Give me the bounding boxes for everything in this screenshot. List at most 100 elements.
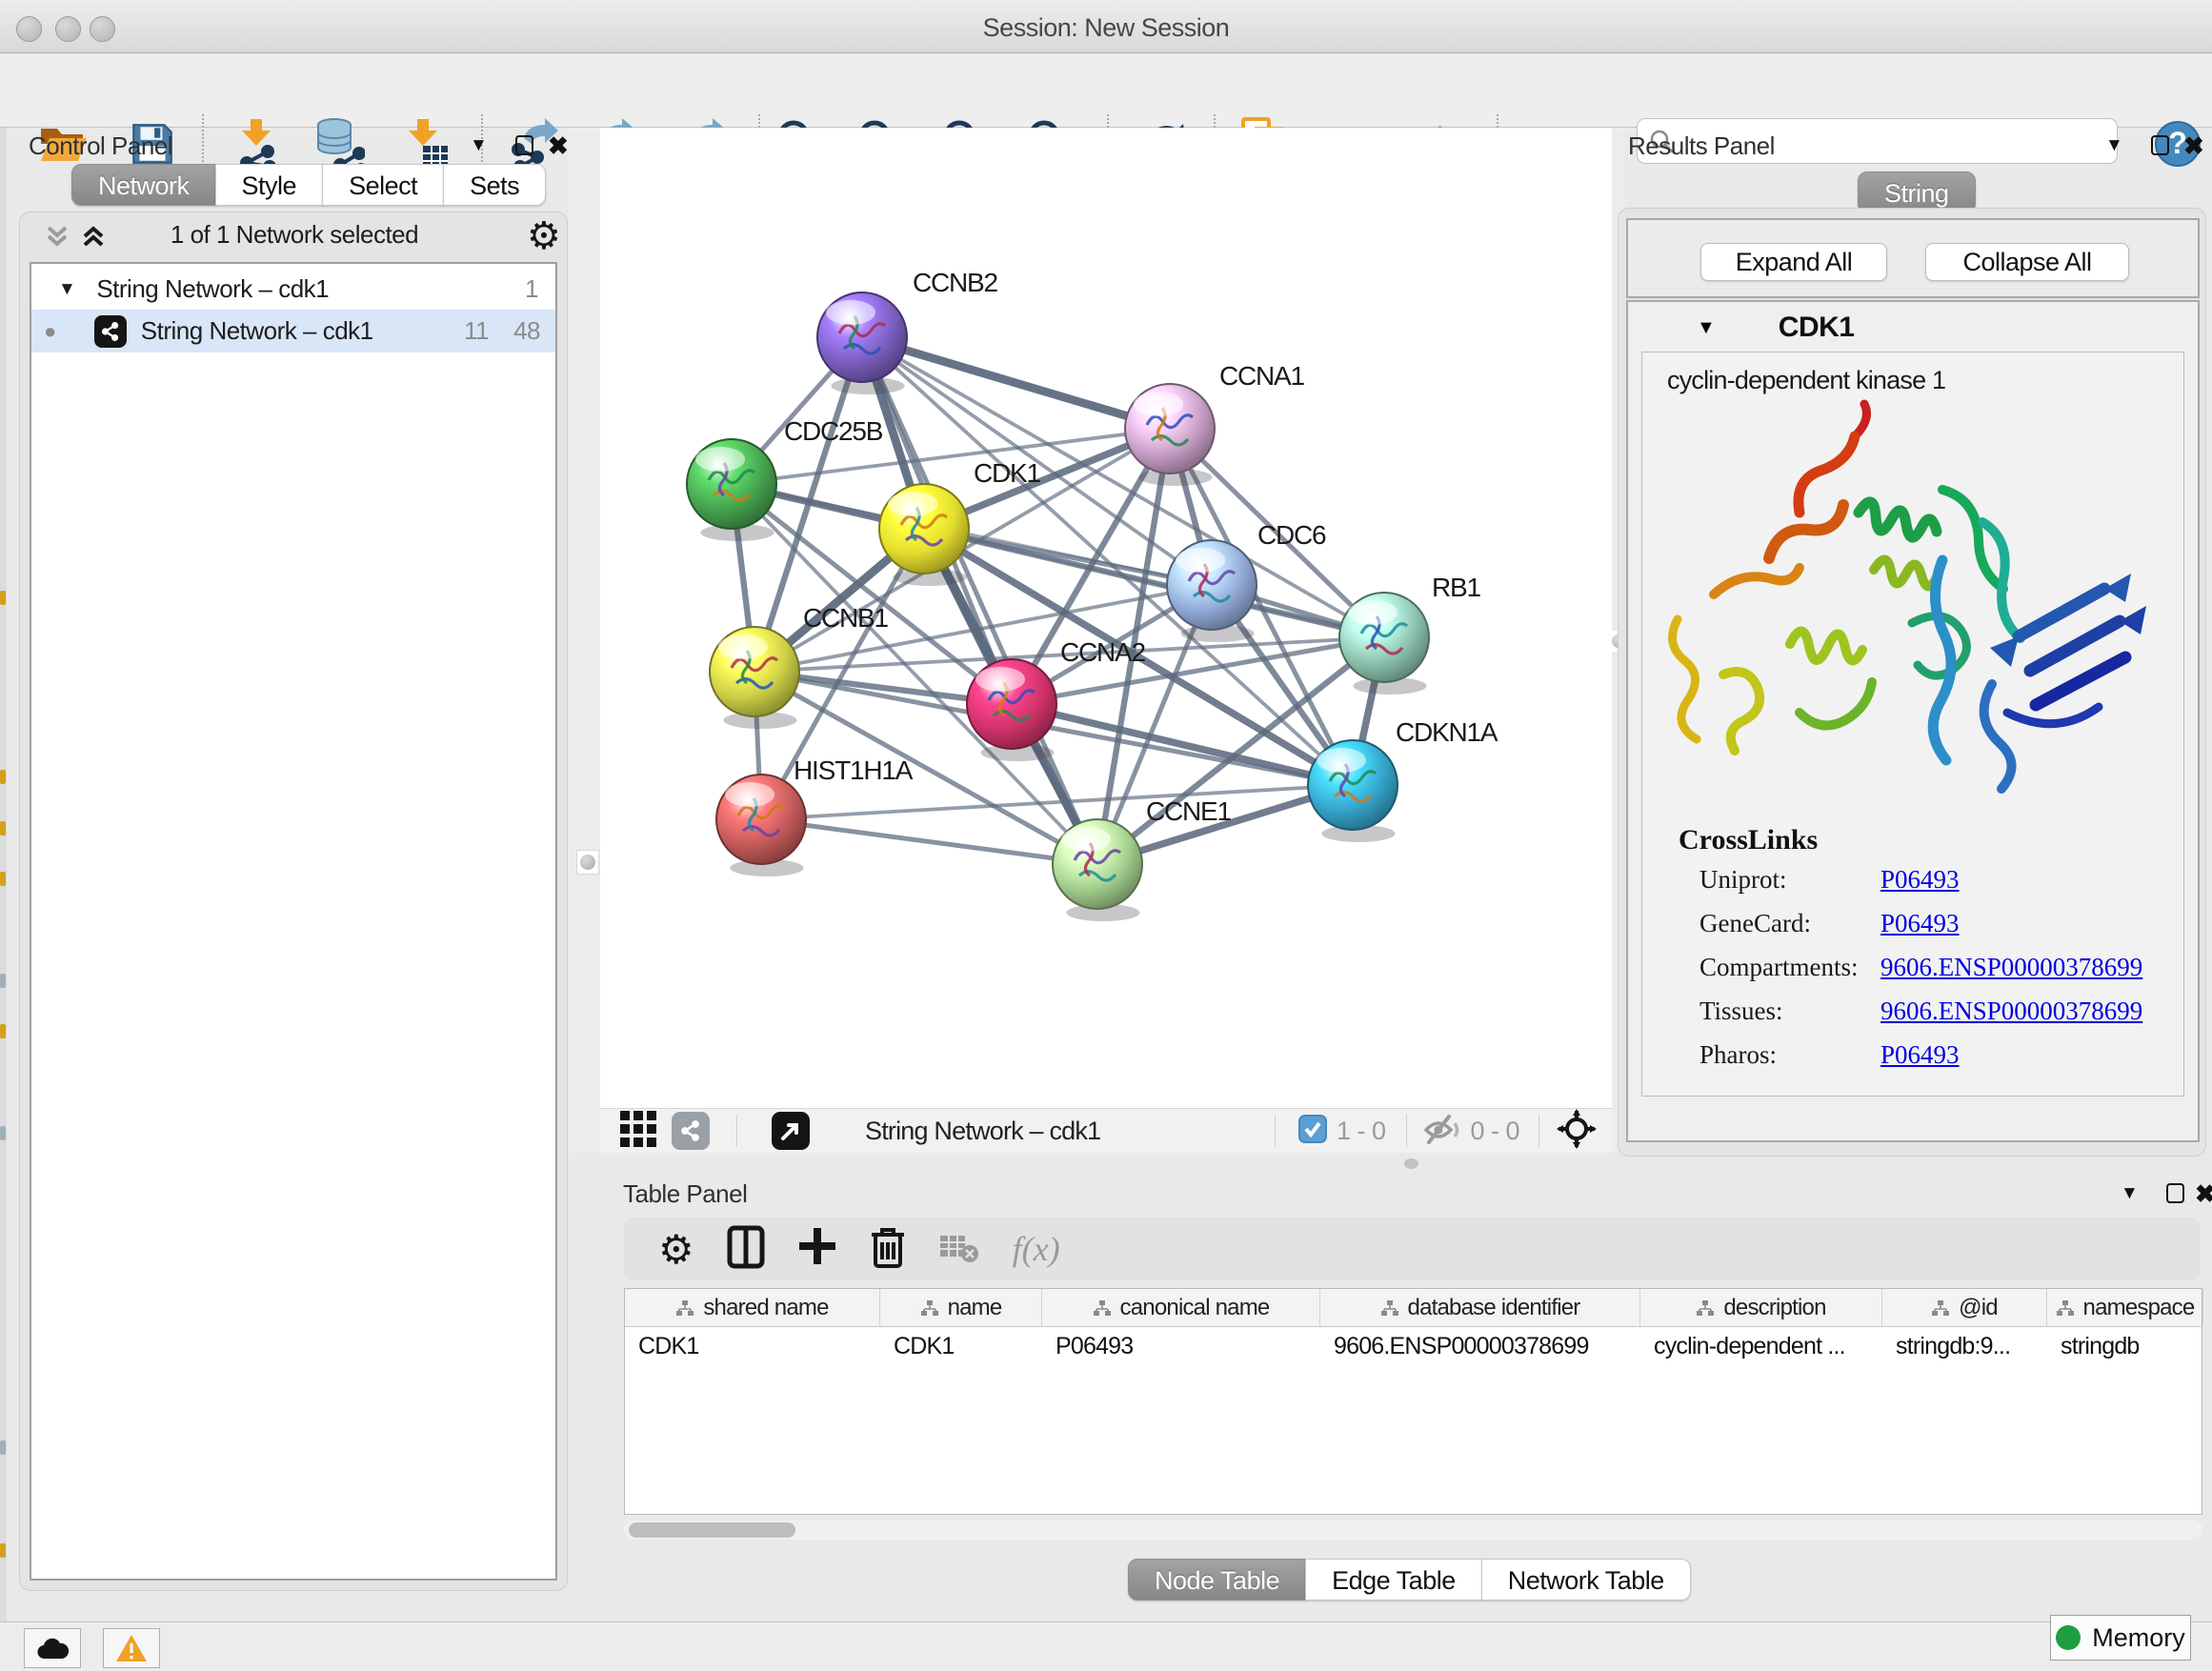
results-panel-menu-icon[interactable]: ▼: [2105, 135, 2123, 156]
node-CCNA1[interactable]: CCNA1: [1125, 361, 1305, 486]
table-horizontal-scrollbar[interactable]: [624, 1520, 2202, 1540]
network-node-count: 11: [464, 316, 489, 346]
table-cell[interactable]: 9606.ENSP00000378699: [1320, 1327, 1640, 1367]
toolbar-divider: [1275, 1115, 1276, 1147]
table-toolbar: ⚙ f(x): [624, 1218, 2201, 1280]
protein-expander-icon[interactable]: ▼: [1697, 317, 1716, 339]
hidden-icon-sliver: [0, 1024, 6, 1038]
control-panel-menu-icon[interactable]: ▼: [470, 135, 488, 156]
table-cell[interactable]: stringdb:9...: [1882, 1327, 2047, 1367]
results-panel-float-icon[interactable]: [2151, 135, 2169, 155]
protein-details-box: ▼ CDK1 cyclin-dependent kinase 1: [1626, 300, 2200, 1142]
node-CCNE1[interactable]: CCNE1: [1053, 796, 1232, 921]
column-header-database-identifier[interactable]: database identifier: [1320, 1289, 1640, 1326]
fit-content-crosshair-icon[interactable]: [1557, 1109, 1597, 1154]
selected-checkbox-icon: [1298, 1115, 1327, 1148]
node-CCNB2[interactable]: CCNB2: [817, 268, 998, 394]
edge-CCNB2-CCNA1[interactable]: [862, 337, 1170, 429]
control-panel-float-icon[interactable]: [515, 135, 533, 155]
tab-network[interactable]: Network: [71, 164, 216, 206]
warning-status-button[interactable]: [103, 1628, 160, 1668]
crosslink-value-link[interactable]: 9606.ENSP00000378699: [1880, 997, 2142, 1025]
clear-table-icon[interactable]: [938, 1230, 980, 1269]
crosslink-label: GeneCard:: [1699, 909, 1880, 938]
left-splitter-grip[interactable]: [576, 850, 599, 875]
node-label-CCNA1: CCNA1: [1219, 361, 1305, 391]
table-cell[interactable]: stringdb: [2047, 1327, 2203, 1367]
column-header-shared-name[interactable]: shared name: [625, 1289, 880, 1326]
node-RB1[interactable]: RB1: [1339, 573, 1480, 695]
show-columns-icon[interactable]: [727, 1225, 765, 1274]
selected-nodes-edges-count: 1 - 0: [1337, 1117, 1386, 1146]
table-panel-close-icon[interactable]: ✖: [2195, 1179, 2212, 1209]
table-row[interactable]: CDK1CDK1P064939606.ENSP00000378699cyclin…: [625, 1327, 2202, 1367]
network-row-selected[interactable]: ● String Network – cdk1 11 48: [31, 310, 555, 352]
crosslink-value-link[interactable]: 9606.ENSP00000378699: [1880, 953, 2142, 981]
node-CDC6[interactable]: CDC6: [1167, 520, 1326, 642]
crosslink-label: Uniprot:: [1699, 865, 1880, 895]
edge-CCNB2-CCNE1[interactable]: [862, 337, 1097, 864]
column-header-namespace[interactable]: namespace: [2047, 1289, 2203, 1326]
column-header-description[interactable]: description: [1640, 1289, 1882, 1326]
table-cell[interactable]: cyclin-dependent ...: [1640, 1327, 1882, 1367]
tab-network-table[interactable]: Network Table: [1481, 1559, 1691, 1601]
tab-select[interactable]: Select: [322, 164, 444, 206]
cloud-icon: [35, 1636, 70, 1661]
collection-count: 1: [525, 274, 538, 304]
network-view-title: String Network – cdk1: [865, 1117, 1100, 1146]
crosslink-row: Tissues:9606.ENSP00000378699: [1699, 997, 2176, 1026]
results-panel-close-icon[interactable]: ✖: [2183, 131, 2204, 161]
table-cell[interactable]: CDK1: [625, 1327, 880, 1367]
control-panel-tabs: NetworkStyleSelectSets: [71, 164, 546, 206]
collection-expander-icon[interactable]: ▼: [58, 279, 75, 300]
add-column-icon[interactable]: [797, 1226, 837, 1273]
crosslink-row: Compartments:9606.ENSP00000378699: [1699, 953, 2176, 982]
status-bar: Memory: [0, 1621, 2212, 1671]
protein-header-row[interactable]: ▼ CDK1: [1628, 306, 2198, 350]
table-cell[interactable]: P06493: [1042, 1327, 1320, 1367]
current-network-dot-icon: ●: [44, 319, 56, 344]
column-header-label: canonical name: [1120, 1295, 1270, 1321]
network-options-gear-icon[interactable]: ⚙: [527, 214, 561, 258]
string-style-icon[interactable]: [672, 1112, 710, 1150]
network-collection-row[interactable]: ▼ String Network – cdk1 1: [31, 268, 555, 311]
crosslink-value-link[interactable]: P06493: [1880, 1040, 1960, 1069]
cloud-status-button[interactable]: [24, 1628, 81, 1668]
horizontal-splitter-grip[interactable]: [1404, 1158, 1418, 1169]
edge-HIST1H1A-CCNE1[interactable]: [761, 819, 1097, 864]
memory-button[interactable]: Memory: [2050, 1615, 2191, 1661]
table-panel-float-icon[interactable]: [2166, 1183, 2184, 1203]
expand-all-button[interactable]: Expand All: [1700, 243, 1887, 281]
table-gear-icon[interactable]: ⚙: [658, 1226, 694, 1273]
node-label-CDC25B: CDC25B: [784, 416, 883, 446]
node-CDKN1A[interactable]: CDKN1A: [1308, 717, 1498, 842]
table-panel-menu-icon[interactable]: ▼: [2121, 1183, 2139, 1204]
control-panel-close-icon[interactable]: ✖: [548, 131, 569, 161]
string-network-graph[interactable]: CCNB2CCNA1CDC25BCDK1CDC6RB1CCNB1CCNA2CDK…: [600, 128, 1612, 1108]
table-cell[interactable]: CDK1: [880, 1327, 1042, 1367]
column-header-name[interactable]: name: [880, 1289, 1042, 1326]
hidden-icon-sliver: [0, 1543, 6, 1558]
network-panel-card: 1 of 1 Network selected ⚙ ▼ String Netwo…: [19, 211, 568, 1591]
network-canvas[interactable]: CCNB2CCNA1CDC25BCDK1CDC6RB1CCNB1CCNA2CDK…: [600, 128, 1612, 1108]
tab-node-table[interactable]: Node Table: [1128, 1559, 1306, 1601]
birdseye-view-icon[interactable]: [618, 1109, 658, 1154]
column-header-canonical-name[interactable]: canonical name: [1042, 1289, 1320, 1326]
hidden-icon-sliver: [0, 770, 6, 784]
network-label: String Network – cdk1: [141, 316, 373, 346]
function-builder-icon[interactable]: f(x): [1013, 1229, 1060, 1269]
crosslink-value-link[interactable]: P06493: [1880, 909, 1960, 937]
delete-column-icon[interactable]: [870, 1225, 906, 1274]
tab-edge-table[interactable]: Edge Table: [1305, 1559, 1482, 1601]
column-header-id[interactable]: @id: [1882, 1289, 2047, 1326]
crosslink-value-link[interactable]: P06493: [1880, 865, 1960, 894]
results-panel-title: Results Panel: [1628, 131, 1775, 161]
open-network-in-window-icon[interactable]: [772, 1112, 810, 1150]
scrollbar-thumb[interactable]: [629, 1522, 795, 1538]
tab-sets[interactable]: Sets: [443, 164, 546, 206]
tab-style[interactable]: Style: [215, 164, 324, 206]
network-list: ▼ String Network – cdk1 1 ● String Netwo…: [30, 262, 557, 1580]
left-splitter[interactable]: [568, 128, 600, 1153]
node-table[interactable]: shared namename canonical name database id…: [624, 1288, 2202, 1515]
collapse-all-button[interactable]: Collapse All: [1925, 243, 2129, 281]
